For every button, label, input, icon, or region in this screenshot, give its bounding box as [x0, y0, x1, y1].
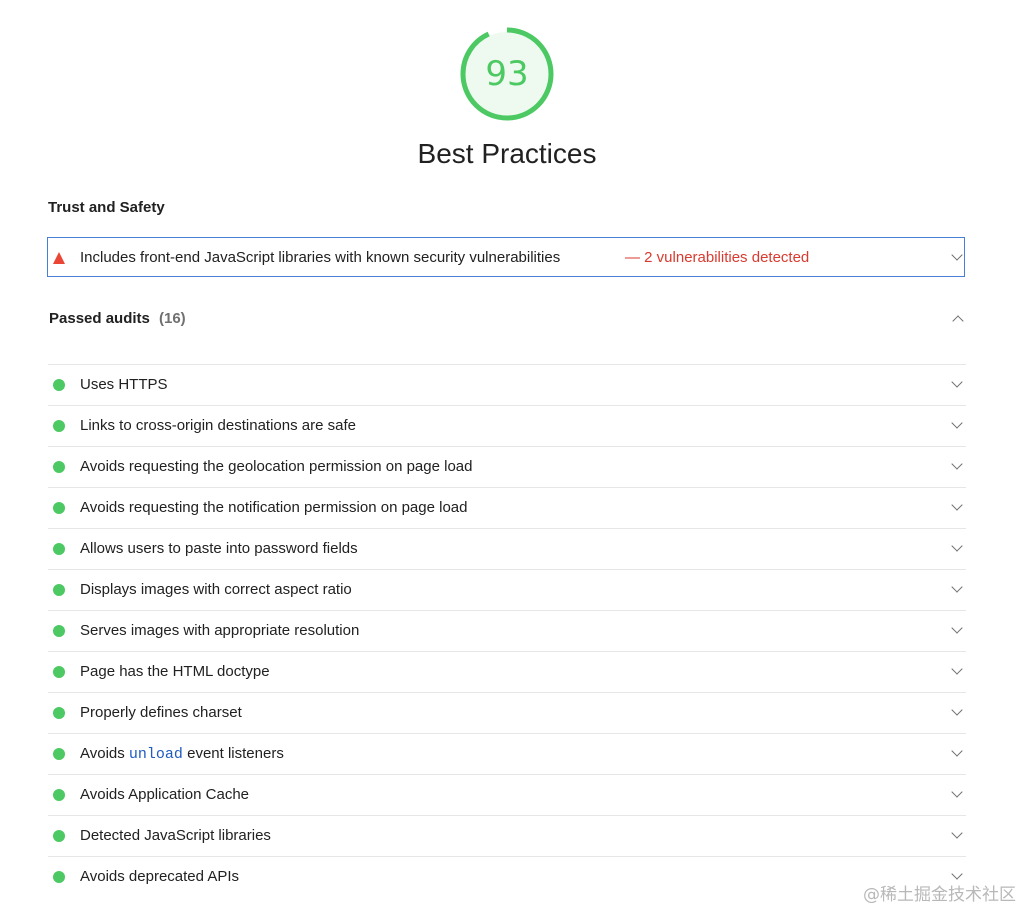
- passed-audits-toggle[interactable]: Passed audits (16): [49, 310, 965, 330]
- chevron-down-icon[interactable]: [951, 249, 963, 261]
- chevron-down-icon[interactable]: [951, 704, 963, 716]
- audit-code: unload: [128, 746, 183, 763]
- chevron-down-icon[interactable]: [951, 458, 963, 470]
- audit-row[interactable]: Properly defines charset: [48, 692, 966, 733]
- chevron-down-icon[interactable]: [951, 622, 963, 634]
- pass-dot-icon: [53, 871, 65, 883]
- pass-dot-icon: [53, 584, 65, 596]
- audit-row[interactable]: Avoids requesting the notification permi…: [48, 487, 966, 528]
- passed-audit-list: Uses HTTPS Links to cross-origin destinat…: [48, 364, 966, 897]
- audit-row[interactable]: Avoids deprecated APIs: [48, 856, 966, 897]
- audit-title: Detected JavaScript libraries: [80, 827, 271, 844]
- chevron-down-icon[interactable]: [951, 417, 963, 429]
- pass-dot-icon: [53, 789, 65, 801]
- pass-dot-icon: [53, 625, 65, 637]
- pass-dot-icon: [53, 461, 65, 473]
- chevron-down-icon[interactable]: [951, 786, 963, 798]
- audit-row[interactable]: Avoids unload event listeners: [48, 733, 966, 774]
- audit-title: Displays images with correct aspect rati…: [80, 581, 352, 598]
- report-page: 93 Best Practices Trust and Safety Inclu…: [0, 0, 1024, 911]
- audit-row[interactable]: Links to cross-origin destinations are s…: [48, 405, 966, 446]
- chevron-down-icon[interactable]: [951, 663, 963, 675]
- pass-dot-icon: [53, 420, 65, 432]
- audit-row[interactable]: Page has the HTML doctype: [48, 651, 966, 692]
- score-value: 93: [485, 54, 529, 94]
- audit-row[interactable]: Detected JavaScript libraries: [48, 815, 966, 856]
- failed-audit-detail: — 2 vulnerabilities detected: [625, 249, 810, 266]
- audit-title: Avoids Application Cache: [80, 786, 249, 803]
- chevron-down-icon[interactable]: [951, 868, 963, 880]
- category-title: Best Practices: [417, 138, 597, 169]
- audit-title: Properly defines charset: [80, 704, 242, 721]
- audit-row[interactable]: Serves images with appropriate resolutio…: [48, 610, 966, 651]
- chevron-down-icon[interactable]: [951, 581, 963, 593]
- audit-title: Avoids requesting the notification permi…: [80, 499, 468, 516]
- pass-dot-icon: [53, 707, 65, 719]
- passed-audits-count: (16): [159, 310, 186, 327]
- audit-row[interactable]: Avoids requesting the geolocation permis…: [48, 446, 966, 487]
- pass-dot-icon: [53, 502, 65, 514]
- chevron-down-icon[interactable]: [951, 827, 963, 839]
- chevron-down-icon[interactable]: [951, 499, 963, 511]
- audit-row[interactable]: Displays images with correct aspect rati…: [48, 569, 966, 610]
- watermark: @稀土掘金技术社区: [863, 885, 1016, 905]
- chevron-down-icon[interactable]: [951, 745, 963, 757]
- audit-row[interactable]: Avoids Application Cache: [48, 774, 966, 815]
- warning-triangle-icon: [53, 252, 65, 264]
- audit-title: Uses HTTPS: [80, 376, 168, 393]
- audit-title: Avoids deprecated APIs: [80, 868, 239, 885]
- failed-audit-row[interactable]: Includes front-end JavaScript libraries …: [47, 237, 965, 277]
- pass-dot-icon: [53, 748, 65, 760]
- audit-title: Avoids unload event listeners: [80, 745, 284, 763]
- audit-row[interactable]: Allows users to paste into password fiel…: [48, 528, 966, 569]
- audit-title: Serves images with appropriate resolutio…: [80, 622, 360, 639]
- chevron-down-icon[interactable]: [951, 540, 963, 552]
- audit-title: Allows users to paste into password fiel…: [80, 540, 358, 557]
- group-title: Trust and Safety: [48, 199, 165, 216]
- pass-dot-icon: [53, 666, 65, 678]
- pass-dot-icon: [53, 543, 65, 555]
- failed-audit-title: Includes front-end JavaScript libraries …: [80, 249, 561, 266]
- audit-title-part: event listeners: [182, 745, 284, 762]
- passed-audits-label: Passed audits: [49, 310, 150, 327]
- chevron-up-icon[interactable]: [952, 315, 964, 327]
- audit-title-part: Avoids: [80, 745, 129, 762]
- chevron-down-icon[interactable]: [951, 376, 963, 388]
- audit-title: Avoids requesting the geolocation permis…: [80, 458, 473, 475]
- audit-title: Page has the HTML doctype: [80, 663, 270, 680]
- score-gauge[interactable]: 93: [459, 26, 555, 122]
- pass-dot-icon: [53, 379, 65, 391]
- audit-row[interactable]: Uses HTTPS: [48, 364, 966, 405]
- pass-dot-icon: [53, 830, 65, 842]
- audit-title: Links to cross-origin destinations are s…: [80, 417, 356, 434]
